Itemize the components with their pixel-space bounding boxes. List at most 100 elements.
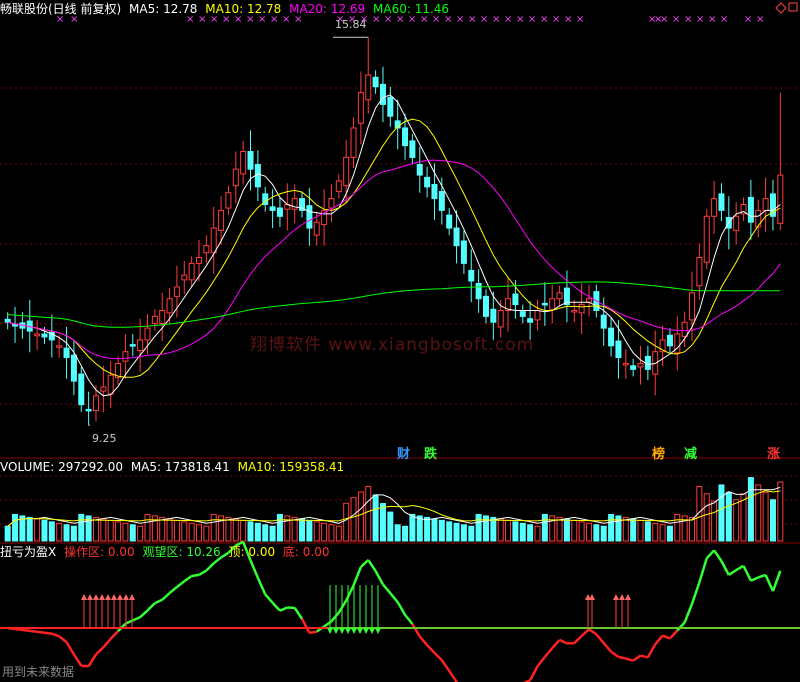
indicator-seg-12 bbox=[87, 653, 98, 667]
candle-body-33 bbox=[247, 151, 254, 170]
candle-body-23 bbox=[173, 286, 180, 297]
candle-body-34 bbox=[254, 163, 261, 188]
candle-body-59 bbox=[438, 191, 445, 211]
volume-bar-26 bbox=[196, 524, 202, 542]
candle-body-50 bbox=[372, 76, 379, 88]
indicator-seg-21 bbox=[154, 598, 163, 605]
square-icon bbox=[788, 2, 798, 12]
candle-body-78 bbox=[578, 304, 585, 314]
candle-body-63 bbox=[468, 269, 475, 282]
candle-body-99 bbox=[733, 215, 740, 231]
candle-body-46 bbox=[343, 156, 350, 187]
volume-bar-32 bbox=[240, 519, 247, 542]
indicator-seg-4 bbox=[29, 629, 38, 634]
volume-bar-24 bbox=[181, 521, 188, 542]
candle-body-86 bbox=[637, 362, 644, 368]
volume-bar-99 bbox=[733, 499, 740, 542]
signal-mark-28: × bbox=[528, 14, 536, 25]
volume-bar-18 bbox=[137, 525, 144, 542]
indicator-bottom: 底: 0.00 bbox=[282, 545, 330, 559]
candle-body-84 bbox=[622, 362, 629, 366]
volume-bar-16 bbox=[122, 522, 129, 542]
stock-title: 畅联股份(日线 前复权) bbox=[0, 2, 122, 16]
signal-mark-35: × bbox=[660, 14, 668, 25]
volume-bar-40 bbox=[299, 518, 306, 542]
volume-bar-96 bbox=[711, 500, 718, 542]
volume-bar-57 bbox=[424, 516, 431, 542]
indicator-seg-75 bbox=[551, 639, 561, 649]
indicator-seg-7 bbox=[51, 632, 60, 638]
indicator-seg-25 bbox=[183, 575, 193, 583]
indicator-seg-60 bbox=[440, 659, 451, 672]
volume-bar-48 bbox=[357, 491, 364, 542]
tag-die[interactable]: 跌 bbox=[424, 443, 437, 462]
volume-bar-66 bbox=[490, 516, 497, 542]
indicator-seg-96 bbox=[705, 549, 716, 560]
volume-bar-71 bbox=[527, 524, 534, 542]
candle-body-27 bbox=[203, 245, 210, 254]
indicator-seg-101 bbox=[742, 565, 753, 582]
tag-zhang[interactable]: 涨 bbox=[767, 443, 780, 462]
candle-body-0 bbox=[4, 318, 11, 323]
buy-arrow-head-3 bbox=[99, 594, 105, 600]
volume-bar-12 bbox=[92, 516, 99, 542]
volume-bar-79 bbox=[586, 522, 592, 542]
volume-bar-54 bbox=[402, 525, 409, 542]
diamond-icon bbox=[775, 2, 787, 14]
indicator-seg-59 bbox=[433, 651, 443, 662]
indicator-seg-104 bbox=[764, 574, 775, 592]
indicator-header: 扭亏为盈X 操作区: 0.00 观望区: 10.26 顶: 0.00 底: 0.… bbox=[0, 545, 334, 559]
tag-cai[interactable]: 财 bbox=[397, 443, 410, 462]
indicator-seg-53 bbox=[389, 592, 399, 603]
candle-body-55 bbox=[409, 140, 416, 158]
candle-body-30 bbox=[225, 192, 232, 209]
volume-bar-90 bbox=[666, 525, 673, 542]
volume-bar-1 bbox=[12, 513, 19, 542]
candle-body-17 bbox=[129, 344, 136, 347]
indicator-name: 扭亏为盈X bbox=[0, 545, 57, 559]
indicator-seg-57 bbox=[418, 635, 429, 646]
signal-mark-41: × bbox=[744, 14, 752, 25]
candle-body-11 bbox=[85, 408, 92, 412]
indicator-seg-83 bbox=[610, 650, 620, 658]
candle-body-71 bbox=[527, 318, 534, 323]
indicator-seg-9 bbox=[65, 641, 75, 656]
indicator-seg-54 bbox=[396, 601, 407, 616]
chart-window: × × × × × × × × × × × × × × × × × × × × × × × × × × × × × × × × × × × × × × × ×… bbox=[0, 0, 800, 682]
signal-mark-26: × bbox=[504, 14, 512, 25]
volume-bar-43 bbox=[321, 522, 328, 542]
tag-bang[interactable]: 榜 bbox=[652, 443, 665, 462]
candle-body-1 bbox=[12, 324, 19, 327]
indicator-seg-56 bbox=[411, 623, 421, 638]
volume-bar-3 bbox=[26, 516, 33, 542]
indicator-seg-90 bbox=[662, 634, 671, 640]
candle-body-105 bbox=[777, 174, 784, 224]
indicator-seg-19 bbox=[139, 609, 149, 619]
candle-body-42 bbox=[313, 221, 320, 236]
signal-mark-38: × bbox=[696, 14, 704, 25]
candle-body-94 bbox=[696, 256, 703, 287]
indicator-seg-47 bbox=[345, 584, 355, 602]
candle-body-48 bbox=[357, 92, 364, 124]
volume-bar-62 bbox=[460, 524, 467, 542]
indicator-seg-74 bbox=[543, 647, 554, 658]
indicator-seg-26 bbox=[191, 573, 200, 578]
buy-arrow-head-0 bbox=[81, 594, 87, 600]
volume-bar-45 bbox=[335, 525, 342, 542]
indicator-seg-93 bbox=[683, 603, 694, 623]
volume-bar-58 bbox=[431, 518, 438, 542]
buy-arrow-head-12 bbox=[619, 594, 625, 600]
volume-bar-17 bbox=[129, 524, 136, 542]
candle-body-10 bbox=[78, 373, 85, 406]
indicator-seg-86 bbox=[632, 654, 642, 662]
signal-mark-39: × bbox=[708, 14, 716, 25]
tag-jian[interactable]: 减 bbox=[684, 443, 697, 462]
volume-bar-41 bbox=[306, 519, 313, 542]
signal-mark-23: × bbox=[468, 14, 476, 25]
candle-body-81 bbox=[600, 314, 607, 329]
indicator-seg-37 bbox=[271, 601, 281, 612]
indicator-watch: 观望区: 10.26 bbox=[142, 545, 221, 559]
volume-bar-67 bbox=[497, 518, 504, 542]
sell-arrow-head-0 bbox=[327, 628, 333, 634]
indicator-seg-55 bbox=[404, 614, 414, 625]
